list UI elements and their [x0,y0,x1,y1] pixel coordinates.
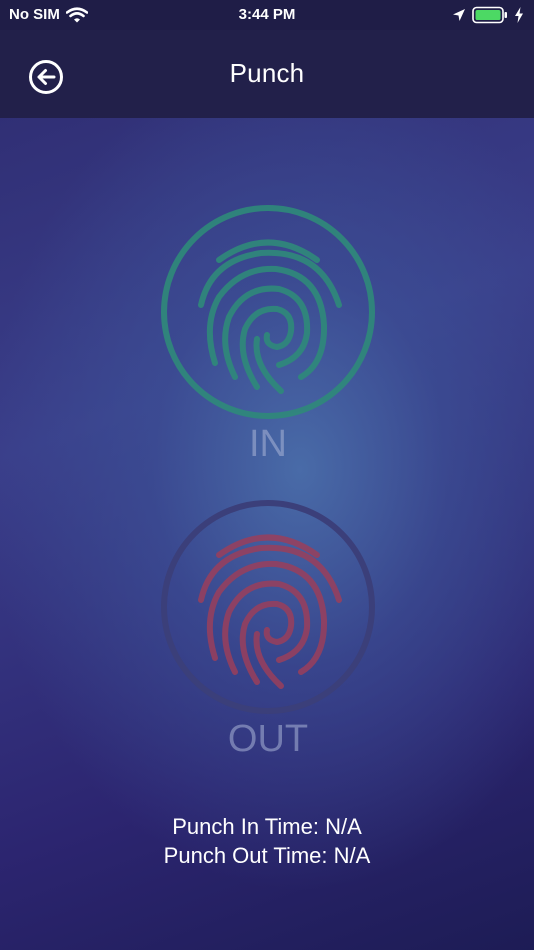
status-right [452,6,524,24]
location-arrow-icon [453,9,465,21]
punch-in-label: IN [249,423,287,465]
page-title: Punch [229,58,305,88]
punch-out-label: OUT [227,718,309,760]
punch-in-button[interactable]: IN [161,205,375,466]
punch-in-time: Punch In Time: N/A [172,814,362,839]
nav-bar: Punch [0,30,534,118]
status-bar: No SIM 3:44 PM [0,0,534,30]
charging-bolt-icon [515,7,523,23]
fingerprint-icon [161,205,375,419]
fingerprint-icon [161,500,375,714]
punch-times: Punch In Time: N/A Punch Out Time: N/A [0,812,534,870]
punch-out-time: Punch Out Time: N/A [163,843,371,868]
punch-out-button[interactable]: OUT [161,500,375,761]
battery-icon [472,6,507,24]
